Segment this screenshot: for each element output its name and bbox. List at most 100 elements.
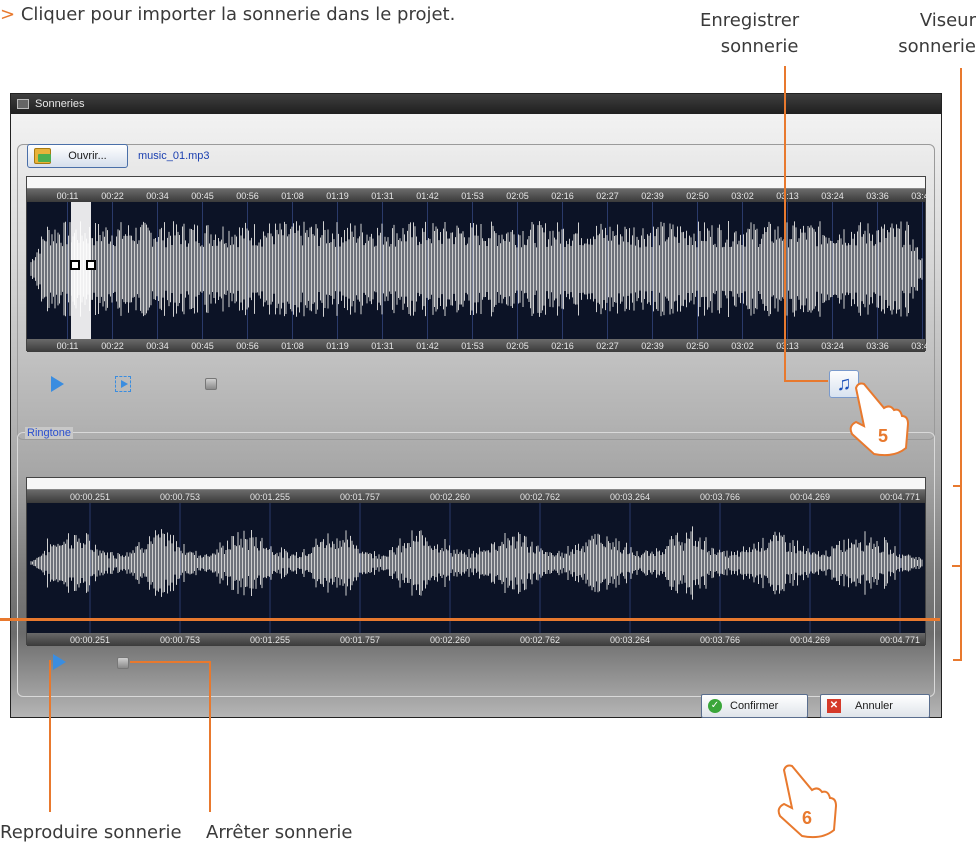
time-label-top: 00:00.251 (70, 492, 110, 502)
time-label-bottom: 00:03.264 (610, 635, 650, 645)
time-label-top: 00:45 (191, 191, 214, 201)
time-label-bottom: 03:36 (866, 341, 889, 351)
step-badge-5: 5 (878, 426, 888, 446)
time-label-top: 00:56 (236, 191, 259, 201)
stop-main-icon[interactable] (205, 378, 217, 390)
time-label-bottom: 01:53 (461, 341, 484, 351)
time-label-top: 00:00.753 (160, 492, 200, 502)
time-label-bottom: 00:11 (57, 341, 79, 351)
ringtones-window: Sonneries Ringtone Ouvrir... music_01.mp… (10, 93, 942, 718)
selection-marker (71, 202, 91, 339)
callout-stop-ringtone: Arrêter sonnerie (206, 822, 353, 843)
time-label-top: 00:01.255 (250, 492, 290, 502)
time-label-top: 00:03.766 (700, 492, 740, 502)
time-label-bottom: 00:34 (146, 341, 169, 351)
time-label-bottom: 00:22 (101, 341, 124, 351)
cancel-label: Annuler (855, 700, 893, 712)
time-label-top: 00:11 (57, 191, 79, 201)
time-label-top: 02:50 (686, 191, 709, 201)
main-waveform[interactable]: 00:11 00:11 00:22 00:22 00:34 00:34 00:45 00:45… (26, 176, 927, 352)
time-label-bottom: 00:56 (236, 341, 259, 351)
time-label-top: 00:34 (146, 191, 169, 201)
window-titlebar: Sonneries (11, 94, 941, 114)
time-label-top: 00:01.757 (340, 492, 380, 502)
selection-handle-left (70, 260, 80, 270)
open-file-label: Ouvrir... (68, 150, 107, 162)
check-icon: ✓ (708, 699, 722, 713)
time-label-bottom: 01:08 (281, 341, 304, 351)
time-label-top: 02:39 (641, 191, 664, 201)
app-icon (17, 99, 29, 109)
time-label-bottom: 00:00.753 (160, 635, 200, 645)
ringtone-panel-label: Ringtone (25, 427, 74, 439)
time-label-top: 00:04.771 (880, 492, 920, 502)
play-ringtone-icon[interactable] (53, 654, 66, 670)
waveform-trace (30, 526, 923, 600)
cancel-button[interactable]: ✕ Annuler (820, 694, 930, 718)
time-label-bottom: 02:50 (686, 341, 709, 351)
folder-icon (34, 148, 51, 164)
play-main-icon[interactable] (51, 376, 64, 392)
time-label-top: 03:24 (821, 191, 844, 201)
instruction-caption: > Cliquer pour importer la sonnerie dans… (0, 4, 455, 25)
filename-label: music_01.mp3 (138, 150, 210, 162)
time-label-top: 03:47 (911, 191, 927, 201)
time-label-bottom: 02:16 (551, 341, 574, 351)
time-label-top: 03:13 (776, 191, 799, 201)
time-label-top: 03:02 (731, 191, 754, 201)
time-label-top: 02:27 (596, 191, 619, 201)
callout-save-line1: Enregistrer (700, 10, 800, 31)
window-body: Ringtone Ouvrir... music_01.mp3 00:11 00:… (11, 114, 941, 718)
time-label-bottom: 03:02 (731, 341, 754, 351)
time-label-top: 00:03.264 (610, 492, 650, 502)
time-label-bottom: 02:39 (641, 341, 664, 351)
callout-viewer-line2: sonnerie (898, 36, 976, 57)
instruction-text: Cliquer pour importer la sonnerie dans l… (20, 4, 456, 25)
confirm-button[interactable]: ✓ Confirmer (701, 694, 808, 718)
time-label-bottom: 03:47 (911, 341, 927, 351)
arrow-bullet: > (0, 4, 16, 25)
main-waveform-svg: 00:11 00:11 00:22 00:22 00:34 00:34 00:45 00:45… (30, 191, 927, 351)
waveform-trace (30, 221, 923, 317)
time-label-bottom: 03:13 (776, 341, 799, 351)
callout-ringtone-viewer: Viseur sonnerie (888, 8, 976, 60)
time-label-bottom: 01:19 (326, 341, 349, 351)
play-selection-icon[interactable] (115, 376, 131, 392)
time-label-top: 00:22 (101, 191, 124, 201)
time-label-bottom: 00:02.762 (520, 635, 560, 645)
viewer-callout-line-1 (952, 68, 962, 567)
footer-separator (0, 618, 940, 621)
time-label-top: 00:02.260 (430, 492, 470, 502)
time-label-bottom: 00:00.251 (70, 635, 110, 645)
time-label-bottom: 00:04.771 (880, 635, 920, 645)
time-label-bottom: 03:24 (821, 341, 844, 351)
time-label-top: 02:16 (551, 191, 574, 201)
confirm-label: Confirmer (730, 700, 779, 712)
callout-play-ringtone: Reproduire sonnerie (0, 822, 182, 843)
time-label-top: 03:36 (866, 191, 889, 201)
time-label-bottom: 02:05 (506, 341, 529, 351)
time-label-top: 01:42 (416, 191, 439, 201)
hand-pointer-save: 5 (849, 382, 910, 457)
time-label-top: 02:05 (506, 191, 529, 201)
time-label-top: 01:08 (281, 191, 304, 201)
time-label-top: 01:31 (371, 191, 394, 201)
open-file-button[interactable]: Ouvrir... (27, 144, 128, 168)
time-label-top: 01:53 (461, 191, 484, 201)
viewer-callout-line-2 (953, 485, 962, 661)
time-label-bottom: 00:01.757 (340, 635, 380, 645)
callout-save-ringtone: Enregistrer sonnerie (700, 8, 799, 60)
time-label-top: 00:02.762 (520, 492, 560, 502)
time-label-bottom: 00:45 (191, 341, 214, 351)
callout-viewer-line1: Viseur (919, 10, 976, 31)
step-badge-6: 6 (802, 808, 812, 828)
window-title: Sonneries (35, 98, 85, 110)
selection-handle-right (86, 260, 96, 270)
time-label-top: 00:04.269 (790, 492, 830, 502)
time-label-top: 01:19 (326, 191, 349, 201)
x-icon: ✕ (827, 699, 841, 713)
time-label-bottom: 01:31 (371, 341, 394, 351)
callout-save-line2: sonnerie (720, 36, 799, 57)
stop-ringtone-icon[interactable] (117, 657, 129, 669)
time-label-bottom: 00:04.269 (790, 635, 830, 645)
